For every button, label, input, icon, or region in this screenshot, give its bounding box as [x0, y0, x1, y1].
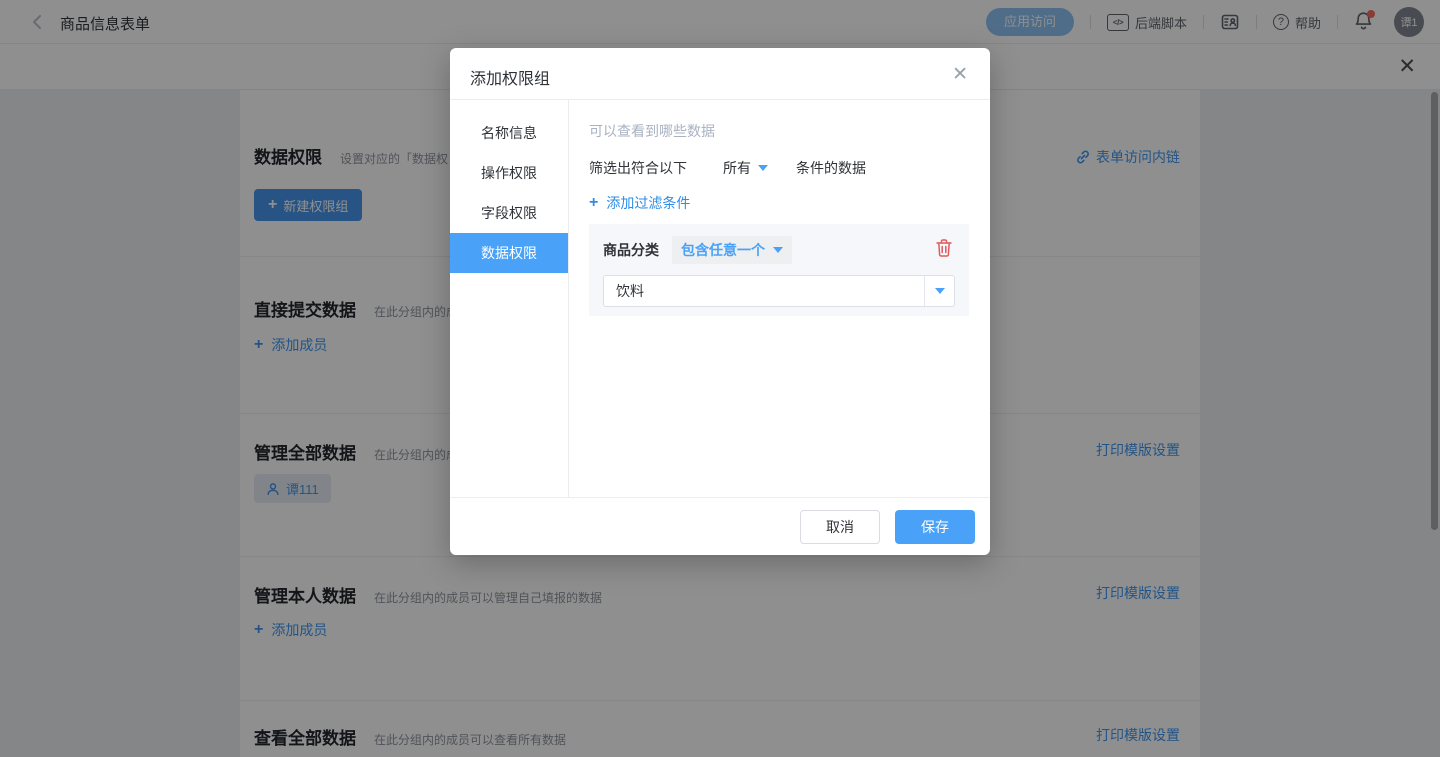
caret-down-icon — [935, 288, 945, 294]
add-permission-group-modal: 添加权限组 ✕ 名称信息 操作权限 字段权限 数据权限 可以查看到哪些数据 筛选… — [450, 48, 990, 555]
close-icon[interactable]: ✕ — [952, 63, 968, 86]
modal-footer: 取消 保存 — [450, 497, 990, 555]
plus-icon: + — [589, 194, 598, 212]
condition-field-label: 商品分类 — [603, 240, 659, 260]
add-filter-link[interactable]: + 添加过滤条件 — [589, 193, 970, 213]
modal-body: 名称信息 操作权限 字段权限 数据权限 可以查看到哪些数据 筛选出符合以下 所有… — [450, 100, 990, 497]
condition-value-select[interactable]: 饮料 — [603, 275, 955, 307]
tab-data-permission[interactable]: 数据权限 — [450, 233, 568, 273]
filter-condition-card: 商品分类 包含任意一个 饮料 — [589, 224, 969, 316]
select-caret-button[interactable] — [924, 276, 954, 306]
filter-sentence: 筛选出符合以下 所有 条件的数据 — [589, 158, 970, 178]
modal-content: 可以查看到哪些数据 筛选出符合以下 所有 条件的数据 + 添加过滤条件 商品分类 — [569, 100, 990, 497]
filter-prefix: 筛选出符合以下 — [589, 158, 687, 178]
add-filter-label: 添加过滤条件 — [606, 193, 690, 213]
save-button[interactable]: 保存 — [895, 510, 975, 544]
tab-name-info[interactable]: 名称信息 — [450, 113, 568, 153]
match-mode-value: 所有 — [723, 158, 751, 178]
caret-down-icon — [758, 165, 768, 171]
cancel-button[interactable]: 取消 — [800, 510, 880, 544]
modal-header: 添加权限组 ✕ — [450, 48, 990, 100]
tab-operation-permission[interactable]: 操作权限 — [450, 153, 568, 193]
delete-condition-icon[interactable] — [935, 238, 953, 258]
condition-value: 饮料 — [604, 281, 924, 301]
match-mode-dropdown[interactable]: 所有 — [723, 158, 768, 178]
operator-value: 包含任意一个 — [681, 240, 765, 260]
filter-suffix: 条件的数据 — [796, 158, 866, 178]
tab-field-permission[interactable]: 字段权限 — [450, 193, 568, 233]
modal-title: 添加权限组 — [470, 65, 550, 89]
modal-tab-list: 名称信息 操作权限 字段权限 数据权限 — [450, 100, 569, 497]
caret-down-icon — [773, 247, 783, 253]
data-scope-hint: 可以查看到哪些数据 — [589, 121, 970, 141]
app-root: 商品信息表单 应用访问 </> 后端脚本 ? 帮助 — [0, 0, 1440, 757]
operator-dropdown[interactable]: 包含任意一个 — [672, 236, 792, 264]
